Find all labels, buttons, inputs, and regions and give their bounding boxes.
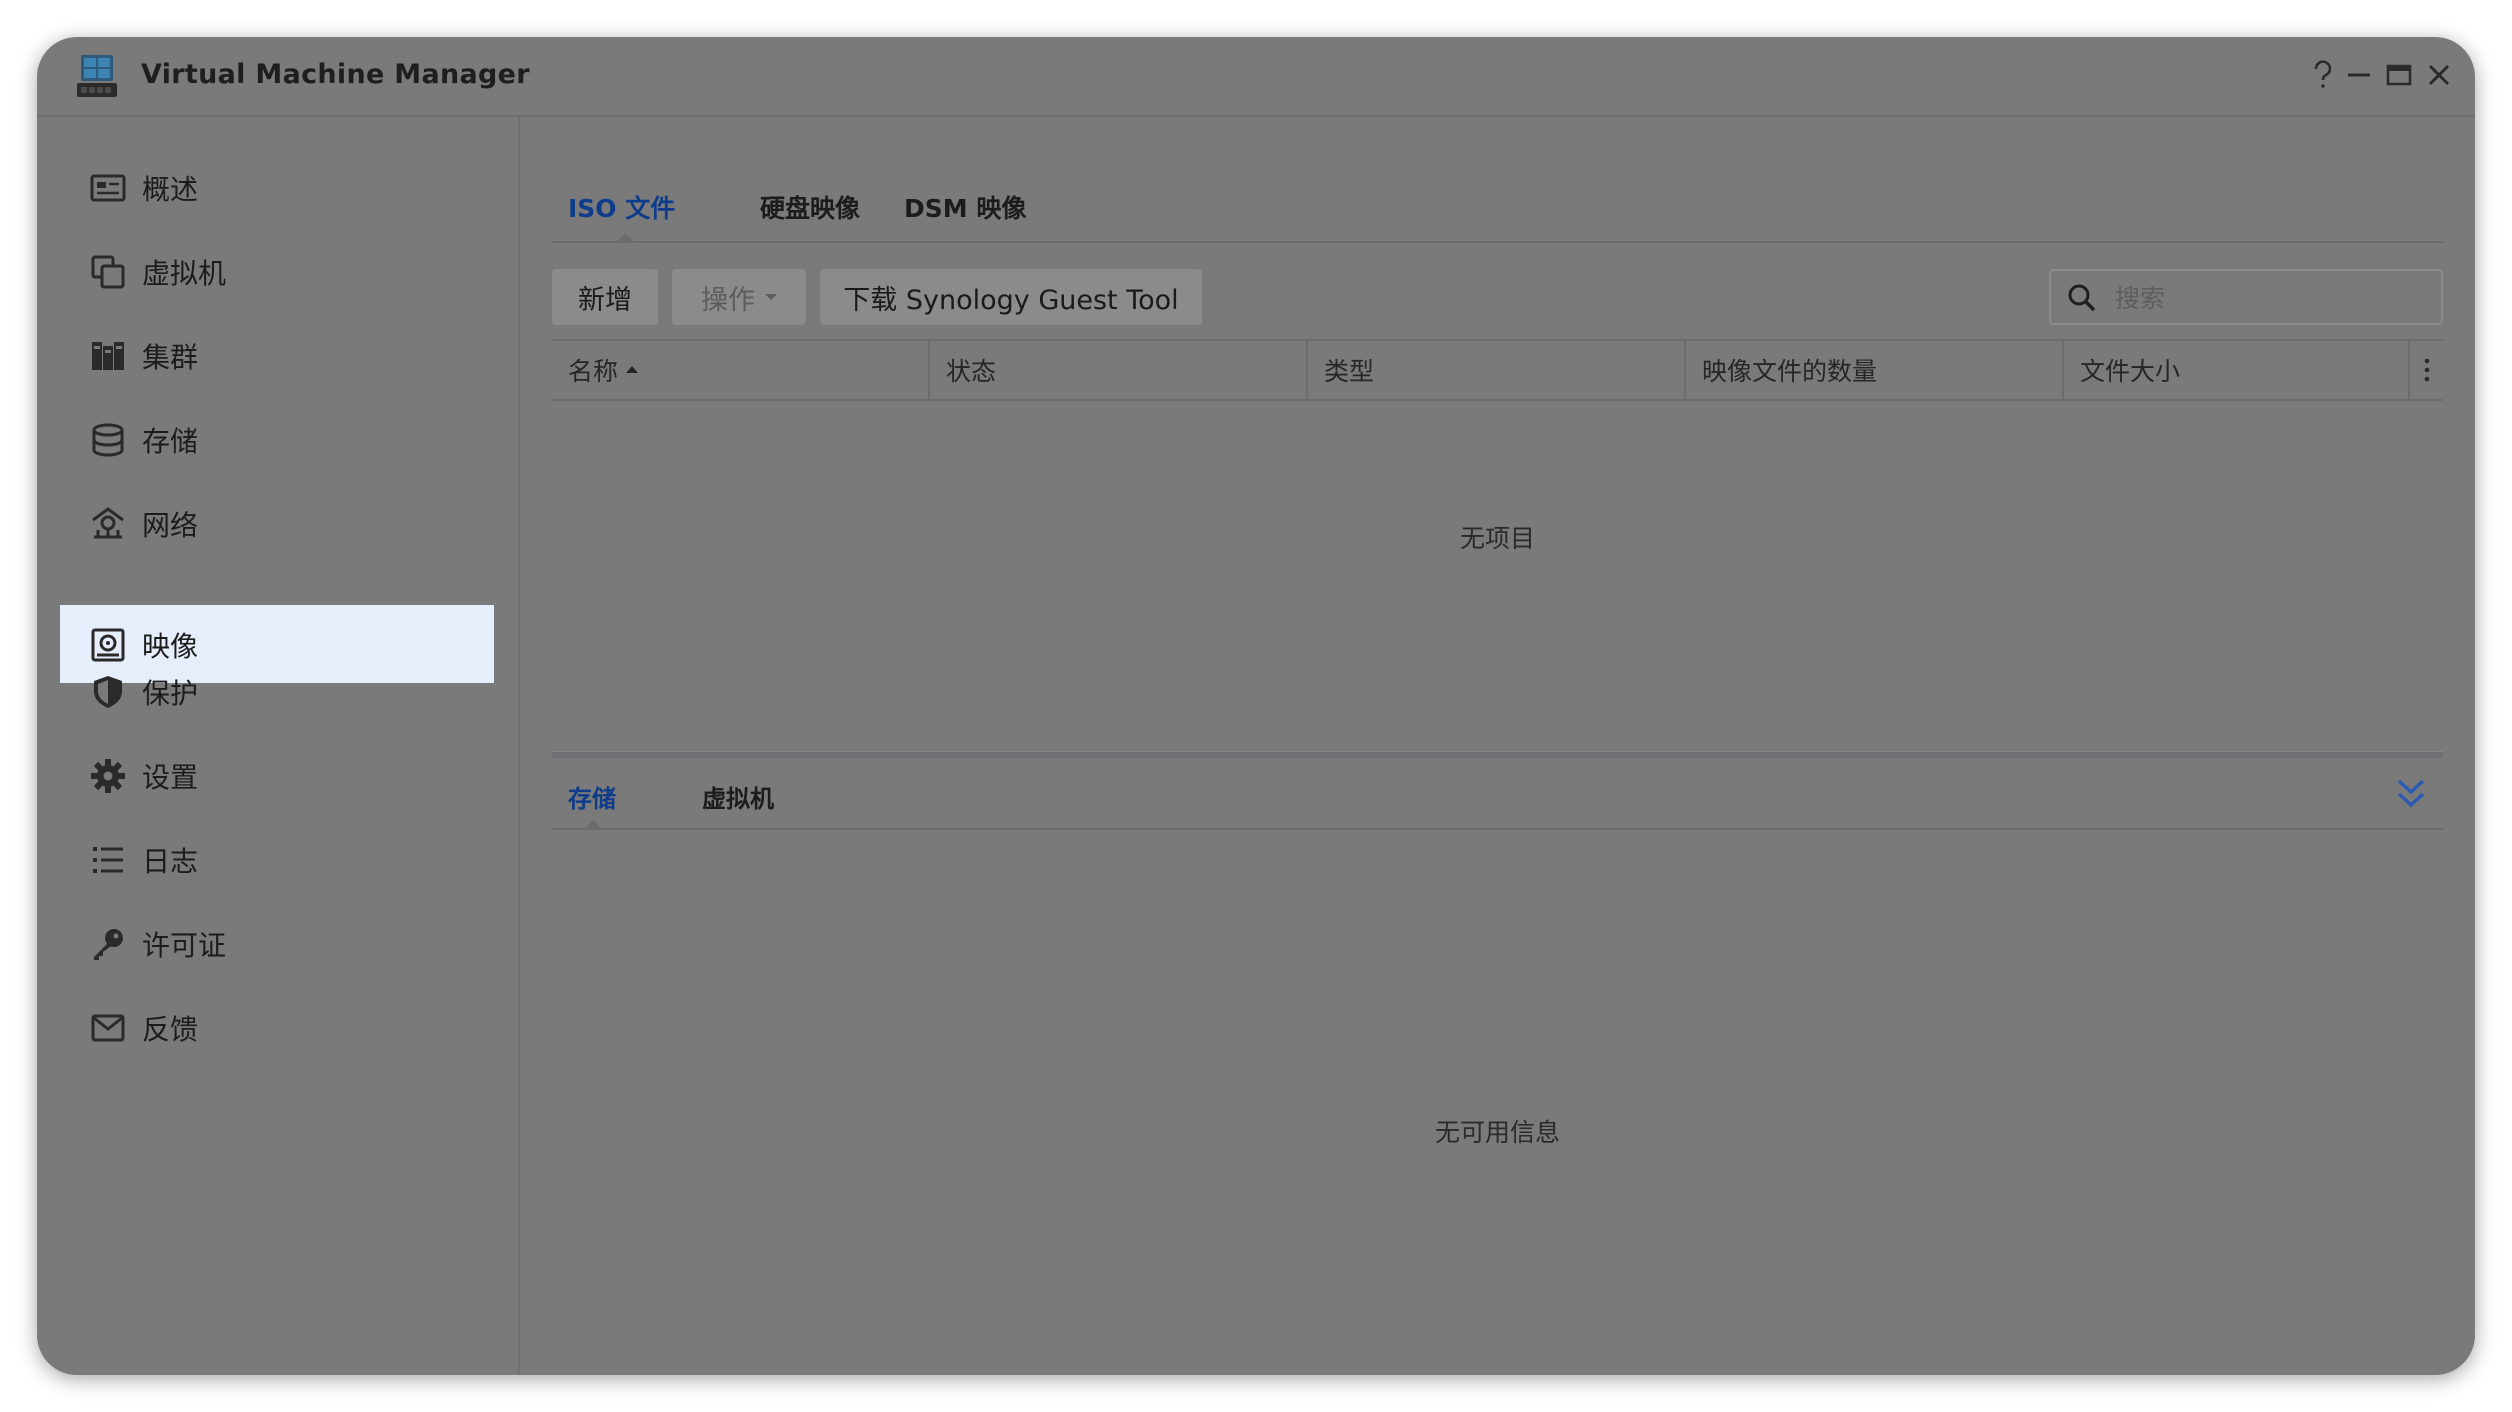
- active-detail-tab-indicator: [584, 820, 602, 829]
- tab-detail-vm[interactable]: 虚拟机: [702, 779, 774, 814]
- tab-iso-files[interactable]: ISO 文件: [568, 189, 675, 225]
- sidebar-item-cluster[interactable]: 集群: [60, 316, 494, 394]
- sidebar-item-label: 设置: [142, 761, 199, 794]
- sidebar-item-storage[interactable]: 存储: [60, 400, 494, 478]
- add-button[interactable]: 新增: [552, 269, 658, 325]
- maximize-icon: [2386, 64, 2412, 86]
- sidebar-item-feedback[interactable]: 反馈: [60, 988, 494, 1066]
- table-header: 名称 状态 类型 映像文件的数量 文件大小: [552, 339, 2443, 401]
- search-icon: [2068, 284, 2096, 312]
- collapse-chevrons-icon[interactable]: [2395, 777, 2427, 811]
- main-panel: ISO 文件 硬盘映像 DSM 映像 新增 操作 下载 Synology Gue…: [520, 117, 2475, 1375]
- column-header-label: 状态: [946, 357, 997, 386]
- vmm-app-icon: [77, 55, 117, 97]
- sidebar-item-label: 存储: [142, 425, 199, 458]
- gear-icon: [91, 759, 125, 793]
- sidebar-item-vm[interactable]: 虚拟机: [60, 232, 494, 310]
- close-icon: [2428, 64, 2450, 86]
- search-input[interactable]: [2113, 277, 2417, 319]
- help-button[interactable]: [2303, 55, 2343, 95]
- sidebar-item-settings[interactable]: 设置: [60, 736, 494, 814]
- sidebar: 概述 虚拟机 集群 存储 网络 映像 保护 设置 日志 许可证 反馈: [37, 117, 520, 1375]
- caret-down-icon: [765, 294, 777, 300]
- cluster-icon: [92, 342, 124, 370]
- mail-icon: [91, 1014, 125, 1042]
- column-header-label: 名称: [568, 357, 619, 386]
- overview-icon: [90, 174, 126, 202]
- active-tab-indicator: [616, 233, 634, 242]
- table-empty-message: 无项目: [1459, 524, 1535, 553]
- close-button[interactable]: [2419, 55, 2459, 95]
- column-header-label: 文件大小: [2080, 357, 2181, 386]
- download-guest-tool-button[interactable]: 下载 Synology Guest Tool: [820, 269, 1202, 325]
- help-icon: [2314, 60, 2332, 88]
- minimize-button[interactable]: [2339, 55, 2379, 95]
- sidebar-item-network[interactable]: 网络: [60, 484, 494, 562]
- sidebar-item-overview[interactable]: 概述: [60, 148, 494, 226]
- sidebar-item-label: 虚拟机: [142, 257, 227, 290]
- sidebar-item-label: 保护: [142, 677, 199, 710]
- sort-ascending-icon: [626, 365, 639, 373]
- sidebar-item-label: 网络: [142, 509, 199, 542]
- maximize-button[interactable]: [2379, 55, 2419, 95]
- tab-detail-storage[interactable]: 存储: [568, 779, 616, 814]
- column-header-image-count[interactable]: 映像文件的数量: [1686, 341, 2064, 399]
- title-bar: Virtual Machine Manager: [37, 37, 2475, 117]
- sidebar-item-label: 概述: [142, 173, 199, 206]
- app-window: Virtual Machine Manager 概述 虚拟机 集群 存储 网络 …: [37, 37, 2475, 1375]
- tab-disk-images[interactable]: 硬盘映像: [760, 189, 860, 225]
- key-icon: [94, 929, 123, 960]
- shield-icon: [94, 676, 122, 708]
- detail-tab-divider: [552, 828, 2443, 830]
- sidebar-item-protection[interactable]: 保护: [60, 652, 494, 730]
- detail-empty-message: 无可用信息: [1434, 1118, 1560, 1147]
- more-vertical-icon: [2424, 358, 2430, 382]
- sidebar-item-label: 许可证: [142, 929, 227, 962]
- sidebar-item-label: 集群: [142, 341, 199, 374]
- tab-divider: [552, 241, 2443, 243]
- action-button-label: 操作: [701, 284, 755, 316]
- sidebar-item-label: 日志: [142, 845, 199, 878]
- search-box[interactable]: [2049, 269, 2443, 325]
- column-header-file-size[interactable]: 文件大小: [2064, 341, 2410, 399]
- panel-splitter[interactable]: [552, 751, 2443, 758]
- column-menu-button[interactable]: [2411, 341, 2443, 399]
- minimize-icon: [2348, 73, 2370, 77]
- tab-dsm-images[interactable]: DSM 映像: [904, 189, 1026, 225]
- column-header-label: 类型: [1324, 357, 1375, 386]
- action-dropdown-button[interactable]: 操作: [672, 269, 806, 325]
- sidebar-item-label: 反馈: [142, 1013, 199, 1046]
- sidebar-item-log[interactable]: 日志: [60, 820, 494, 898]
- column-header-status[interactable]: 状态: [930, 341, 1308, 399]
- column-header-label: 映像文件的数量: [1702, 357, 1878, 386]
- column-header-type[interactable]: 类型: [1308, 341, 1686, 399]
- vm-icon: [91, 255, 125, 289]
- column-header-name[interactable]: 名称: [552, 341, 930, 399]
- window-title: Virtual Machine Manager: [141, 59, 530, 90]
- log-list-icon: [93, 847, 123, 873]
- storage-icon: [92, 423, 124, 457]
- sidebar-item-license[interactable]: 许可证: [60, 904, 494, 982]
- network-icon: [92, 507, 124, 539]
